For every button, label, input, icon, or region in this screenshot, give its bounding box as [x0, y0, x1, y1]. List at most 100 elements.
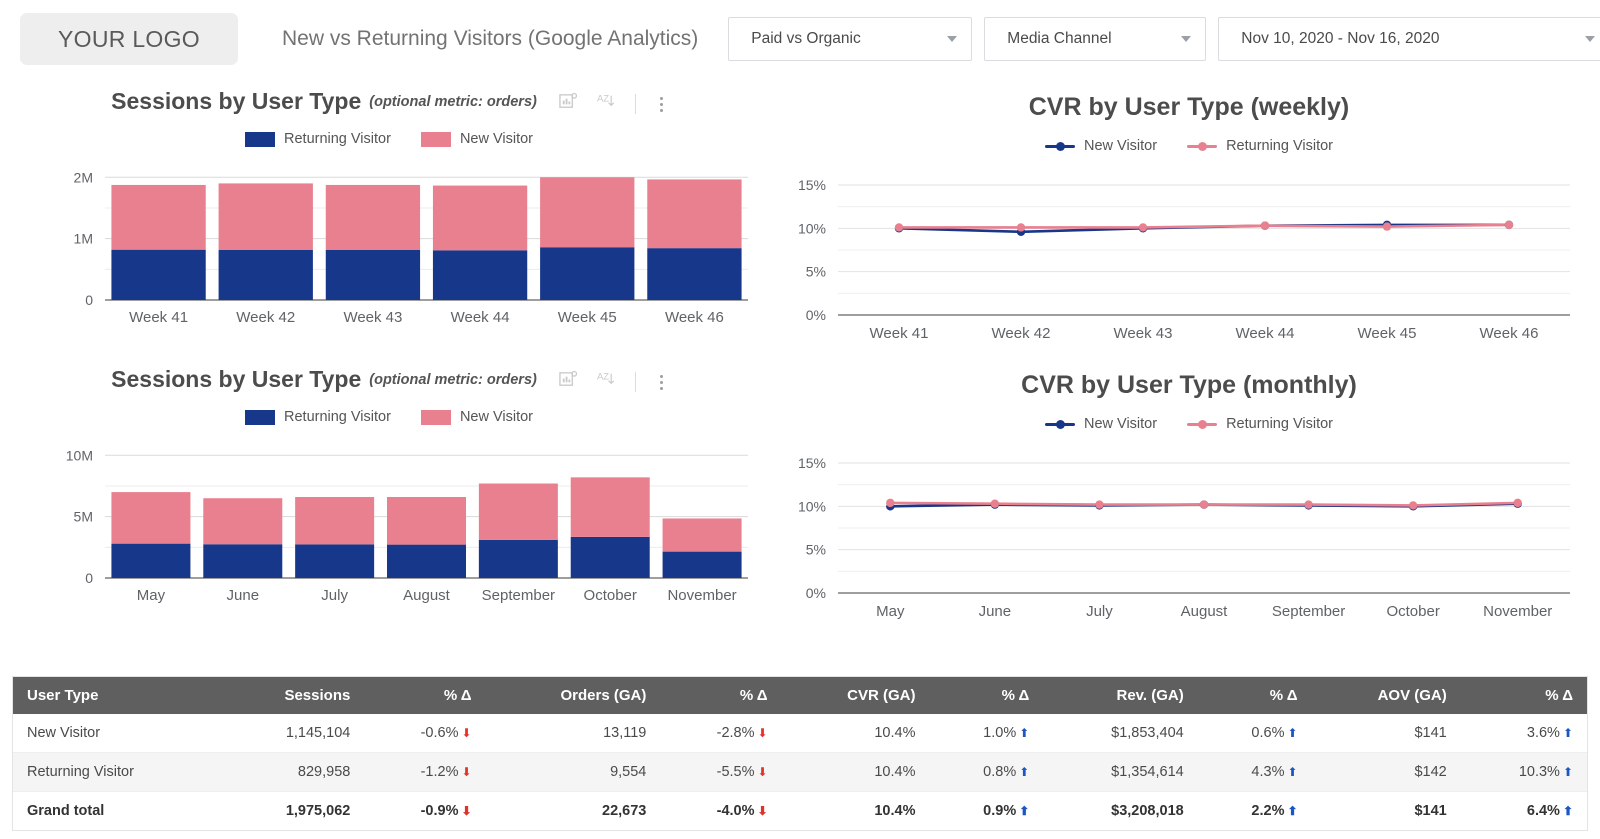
cell-sessions: 1,975,062: [285, 803, 351, 819]
more-options-icon[interactable]: [656, 374, 667, 390]
arrow-up-icon: ⬆: [1287, 726, 1298, 740]
cell-orders-delta: -4.0% ⬇: [660, 792, 781, 831]
cvr-weekly-plot[interactable]: 0% 5% 10% 15% Week 41 Week 42 Week 43 Week 44 We…: [778, 164, 1600, 349]
cvr-monthly-title: CVR by User Type (monthly): [1021, 371, 1357, 399]
panel-cvr-weekly: CVR by User Type (weekly) New Visitor Re…: [778, 78, 1600, 356]
delta-value: 2.2% ⬆: [1251, 803, 1298, 819]
col-rev-delta[interactable]: % Δ: [1197, 677, 1312, 714]
legend-swatch-new: [1045, 418, 1075, 430]
legend-item-returning[interactable]: Returning Visitor: [1187, 416, 1333, 432]
svg-text:15%: 15%: [798, 455, 826, 471]
svg-text:AZ: AZ: [597, 372, 609, 383]
col-sessions[interactable]: Sessions: [220, 677, 365, 714]
table-header: User Type Sessions % Δ Orders (GA) % Δ C…: [13, 677, 1587, 714]
more-options-icon[interactable]: [656, 96, 667, 112]
col-aov-delta[interactable]: % Δ: [1460, 677, 1587, 714]
logo[interactable]: YOUR LOGO: [20, 13, 238, 65]
table-row[interactable]: New Visitor 1,145,104 -0.6% ⬇ 13,119 -2.8% ⬇ 10…: [13, 714, 1587, 753]
sort-az-icon[interactable]: AZ: [596, 370, 615, 394]
legend-swatch-returning: [245, 131, 275, 147]
cell-rev-delta: 4.3% ⬆: [1197, 752, 1312, 792]
delta-value: 1.0% ⬆: [983, 725, 1030, 741]
logo-text: YOUR LOGO: [57, 25, 200, 52]
filter-paid-vs-organic[interactable]: Paid vs Organic: [728, 17, 973, 61]
sessions-monthly-title: Sessions by User Type: [111, 366, 362, 392]
legend-label-new: New Visitor: [1084, 138, 1158, 154]
cell-rev-delta: 2.2% ⬆: [1198, 792, 1312, 831]
filter-media-channel[interactable]: Media Channel: [984, 17, 1207, 61]
arrow-up-icon: ⬆: [1019, 804, 1030, 818]
legend-item-new[interactable]: New Visitor: [420, 409, 533, 425]
arrow-down-icon: ⬇: [757, 726, 768, 740]
cell-aov: $141: [1414, 803, 1447, 819]
svg-text:Week 41: Week 41: [129, 309, 188, 326]
sessions-monthly-legend: Returning Visitor New Visitor: [0, 409, 778, 425]
filter-date-range[interactable]: Nov 10, 2020 - Nov 16, 2020: [1218, 17, 1600, 61]
cell-user-type: Returning Visitor: [13, 752, 221, 792]
col-cvr[interactable]: CVR (GA): [781, 677, 930, 714]
legend-item-new[interactable]: New Visitor: [1045, 416, 1157, 432]
sort-az-icon[interactable]: AZ: [596, 92, 615, 116]
col-cvr-delta[interactable]: % Δ: [929, 677, 1044, 714]
cell-cvr: 10.4%: [781, 714, 930, 753]
svg-text:AZ: AZ: [597, 94, 609, 105]
legend-label-new: New Visitor: [1084, 416, 1158, 432]
cell-aov-delta: 3.6% ⬆: [1460, 714, 1587, 753]
optional-metric-icon[interactable]: [559, 370, 578, 394]
svg-text:Week 46: Week 46: [665, 309, 724, 326]
sessions-monthly-plot[interactable]: 0 5M 10M May June July August September October N…: [0, 435, 778, 610]
cell-cvr: 10.4%: [781, 752, 930, 792]
header-divider: [634, 372, 636, 392]
legend-item-new[interactable]: New Visitor: [1045, 138, 1157, 154]
table-body: New Visitor 1,145,104 -0.6% ⬇ 13,119 -2.8% ⬇ 10…: [13, 714, 1587, 830]
col-orders-delta[interactable]: % Δ: [660, 677, 782, 714]
user-type-table: User Type Sessions % Δ Orders (GA) % Δ C…: [13, 677, 1587, 830]
chevron-down-icon: [947, 36, 958, 42]
legend-swatch-new: [420, 131, 451, 147]
legend-swatch-returning: [1187, 418, 1218, 430]
sessions-weekly-subtitle: (optional metric: orders): [369, 94, 537, 110]
table-row[interactable]: Returning Visitor 829,958 -1.2% ⬇ 9,554 -5.5%…: [13, 752, 1587, 792]
delta-value: 10.3% ⬆: [1518, 764, 1573, 780]
dashboard-header: YOUR LOGO New vs Returning Visitors (Goo…: [0, 0, 1600, 78]
legend-item-returning[interactable]: Returning Visitor: [245, 131, 391, 147]
svg-text:0: 0: [85, 570, 93, 586]
cell-orders: 22,673: [602, 803, 647, 819]
filter-media-channel-label: Media Channel: [1007, 30, 1112, 47]
panel-cvr-monthly: CVR by User Type (monthly) New Visitor R…: [778, 356, 1600, 634]
table-row[interactable]: Grand total 1,975,062 -0.9% ⬇ 22,673 -4.0% ⬇ 10…: [13, 792, 1587, 831]
chart-grid: Sessions by User Type (optional metric: …: [0, 78, 1600, 634]
cell-aov-delta: 6.4% ⬆: [1461, 792, 1587, 831]
legend-item-new[interactable]: New Visitor: [420, 131, 533, 147]
cell-aov-delta: 10.3% ⬆: [1460, 752, 1587, 792]
svg-text:October: October: [584, 587, 637, 604]
page-title: New vs Returning Visitors (Google Analyt…: [282, 27, 699, 50]
cvr-monthly-plot[interactable]: 0% 5% 10% 15% May June July August September Octo…: [778, 442, 1600, 627]
arrow-down-icon: ⬇: [461, 765, 472, 779]
optional-metric-icon[interactable]: [559, 92, 578, 116]
summary-table[interactable]: User Type Sessions % Δ Orders (GA) % Δ C…: [12, 676, 1588, 831]
legend-item-returning[interactable]: Returning Visitor: [245, 409, 391, 425]
svg-text:August: August: [1181, 603, 1229, 620]
arrow-up-icon: ⬆: [1019, 726, 1030, 740]
legend-item-returning[interactable]: Returning Visitor: [1187, 138, 1333, 154]
cell-user-type: Grand total: [27, 803, 105, 819]
svg-text:5%: 5%: [806, 264, 826, 280]
legend-label-new: New Visitor: [459, 409, 533, 425]
legend-label-returning: Returning Visitor: [284, 131, 391, 147]
svg-text:1M: 1M: [74, 231, 93, 247]
sessions-weekly-plot[interactable]: 0 1M 2M Week 41 Week 42 Week 43 Week 44 Week 45…: [0, 157, 778, 332]
sessions-monthly-subtitle: (optional metric: orders): [369, 372, 537, 388]
delta-value: 0.9% ⬆: [983, 803, 1030, 819]
col-rev[interactable]: Rev. (GA): [1043, 677, 1198, 714]
arrow-down-icon: ⬇: [461, 804, 472, 818]
svg-text:5M: 5M: [74, 509, 93, 525]
col-sessions-delta[interactable]: % Δ: [364, 677, 486, 714]
svg-text:October: October: [1386, 603, 1439, 620]
col-user-type[interactable]: User Type: [13, 677, 221, 714]
svg-text:Week 42: Week 42: [236, 309, 295, 326]
col-aov[interactable]: AOV (GA): [1311, 677, 1461, 714]
cell-cvr-delta: 0.9% ⬆: [929, 792, 1043, 831]
legend-swatch-new: [420, 409, 451, 425]
col-orders[interactable]: Orders (GA): [485, 677, 661, 714]
